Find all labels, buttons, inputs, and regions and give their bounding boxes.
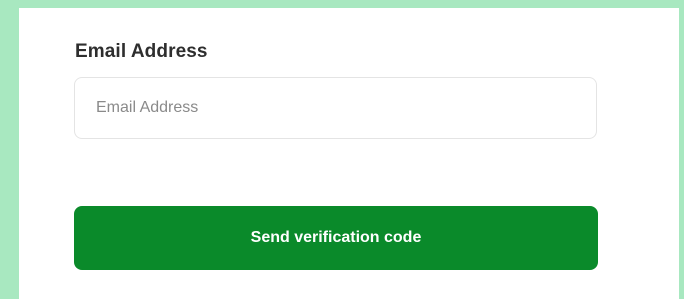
verification-form-card: Email Address Send verification code [19,8,679,299]
email-address-input[interactable] [74,77,597,139]
email-address-label: Email Address [75,41,208,62]
send-verification-code-button[interactable]: Send verification code [74,206,598,270]
